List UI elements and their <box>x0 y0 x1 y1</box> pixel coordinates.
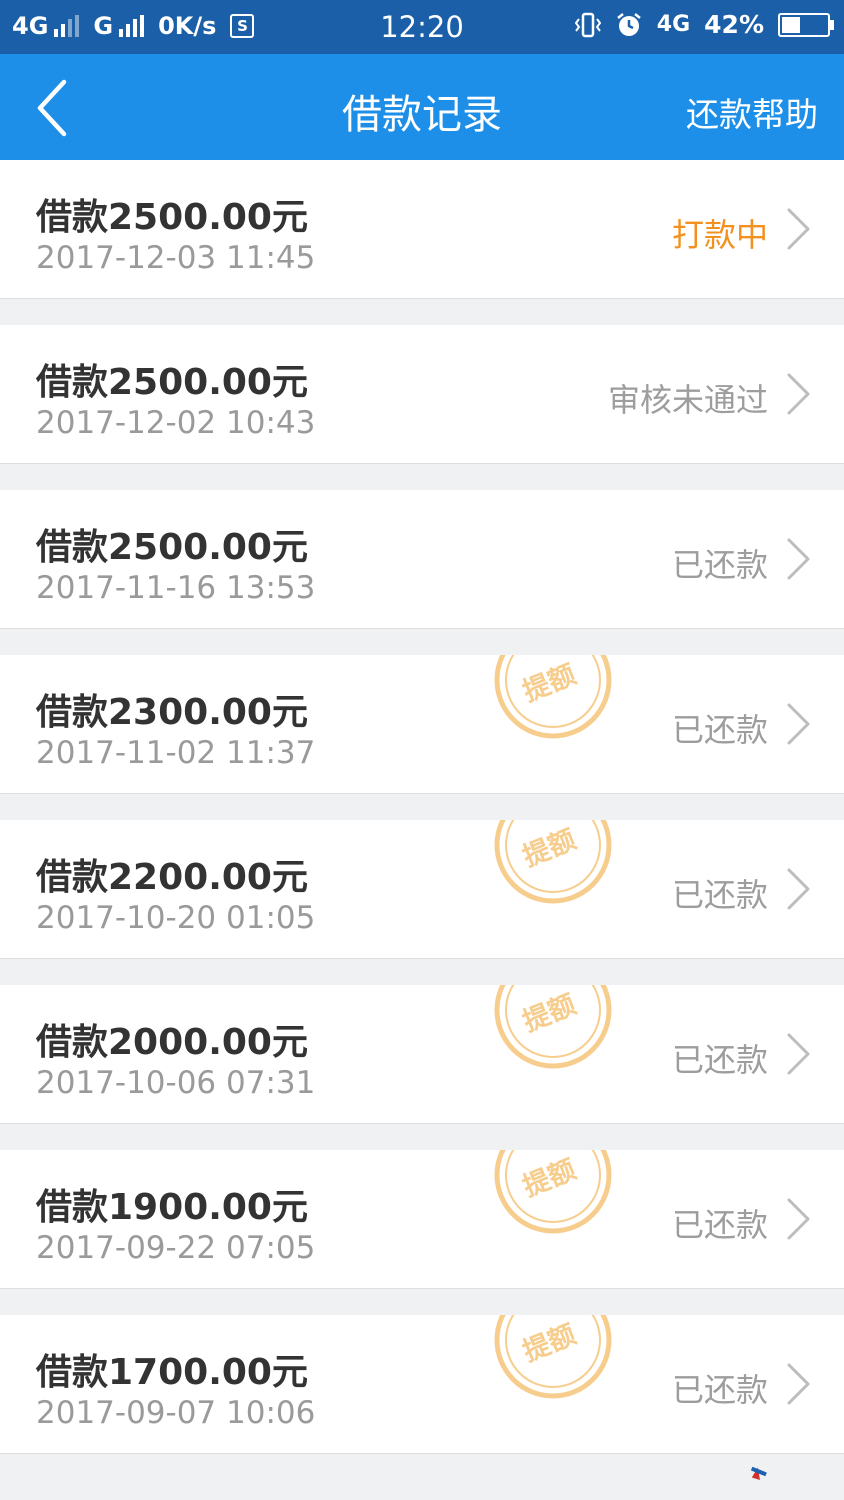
loan-amount: 借款2500.00元 <box>36 197 308 238</box>
chevron-right-icon <box>787 703 810 745</box>
battery-percent: 42% <box>704 10 764 39</box>
stamp-icon: 提额 <box>494 1150 612 1234</box>
stamp-icon: 提额 <box>494 985 612 1069</box>
status-right: 4G 42% <box>574 10 834 39</box>
vibrate-icon <box>574 12 601 37</box>
chevron-right-icon <box>787 373 810 415</box>
loan-record-item[interactable]: 提额 借款2300.00元 2017-11-02 11:37 已还款 <box>0 655 844 794</box>
loan-record-item[interactable]: 借款2500.00元 2017-12-03 11:45 打款中 <box>0 160 844 299</box>
alarm-icon <box>617 12 641 36</box>
loan-amount: 借款2300.00元 <box>36 692 308 733</box>
loan-date: 2017-10-20 01:05 <box>36 900 316 936</box>
chevron-right-icon <box>787 1363 810 1405</box>
watermark-logo <box>750 1466 767 1480</box>
loan-record-item[interactable]: 提额 借款2000.00元 2017-10-06 07:31 已还款 <box>0 985 844 1124</box>
loan-status: 已还款 <box>671 546 768 584</box>
stamp-icon: 提额 <box>494 1315 612 1399</box>
loan-amount: 借款2500.00元 <box>36 527 308 568</box>
chevron-right-icon <box>787 208 810 250</box>
battery-fill <box>782 16 801 33</box>
loan-amount: 借款2200.00元 <box>36 857 308 898</box>
stamp-label: 提额 <box>519 659 581 708</box>
loan-record-item[interactable]: 借款2500.00元 2017-12-02 10:43 审核未通过 <box>0 325 844 464</box>
chevron-right-icon <box>787 1198 810 1240</box>
loan-amount: 借款2000.00元 <box>36 1022 308 1063</box>
loan-status: 打款中 <box>671 216 768 254</box>
loan-record-list: 借款2500.00元 2017-12-03 11:45 打款中 借款2500.0… <box>0 160 844 1480</box>
loan-record-item[interactable]: 提额 借款1700.00元 2017-09-07 10:06 已还款 <box>0 1315 844 1454</box>
loan-date: 2017-11-02 11:37 <box>36 735 316 771</box>
loan-date: 2017-12-02 10:43 <box>36 405 316 441</box>
stamp-label: 提额 <box>519 1319 581 1368</box>
loan-amount: 借款1900.00元 <box>36 1187 308 1228</box>
nav-bar: 借款记录 还款帮助 <box>0 54 844 160</box>
stamp-icon: 提额 <box>494 655 612 739</box>
loan-date: 2017-10-06 07:31 <box>36 1065 316 1101</box>
battery-icon <box>778 12 834 37</box>
chevron-right-icon <box>787 1033 810 1075</box>
loan-date: 2017-12-03 11:45 <box>36 240 316 276</box>
stamp-label: 提额 <box>519 1154 581 1203</box>
stamp-icon: 提额 <box>494 820 612 904</box>
loan-status: 已还款 <box>671 1206 768 1244</box>
loan-date: 2017-11-16 13:53 <box>36 570 316 606</box>
chevron-right-icon <box>787 868 810 910</box>
status-bar: 4G G 0K/s S 12:20 4G 42% <box>0 0 844 54</box>
stamp-label: 提额 <box>519 989 581 1038</box>
loan-record-item[interactable]: 提额 借款2200.00元 2017-10-20 01:05 已还款 <box>0 820 844 959</box>
loan-status: 已还款 <box>671 876 768 914</box>
loan-date: 2017-09-22 07:05 <box>36 1230 316 1266</box>
loan-status: 已还款 <box>671 1371 768 1409</box>
loan-amount: 借款1700.00元 <box>36 1352 308 1393</box>
repayment-help-button[interactable]: 还款帮助 <box>686 88 818 136</box>
loan-status: 已还款 <box>671 1041 768 1079</box>
loan-status: 已还款 <box>671 711 768 749</box>
loan-record-item[interactable]: 借款2500.00元 2017-11-16 13:53 已还款 <box>0 490 844 629</box>
stamp-label: 提额 <box>519 824 581 873</box>
loan-record-item[interactable]: 提额 借款1900.00元 2017-09-22 07:05 已还款 <box>0 1150 844 1289</box>
loan-date: 2017-09-07 10:06 <box>36 1395 316 1431</box>
loan-amount: 借款2500.00元 <box>36 362 308 403</box>
chevron-right-icon <box>787 538 810 580</box>
loan-status: 审核未通过 <box>607 381 768 419</box>
network-4g-right: 4G <box>656 12 691 37</box>
